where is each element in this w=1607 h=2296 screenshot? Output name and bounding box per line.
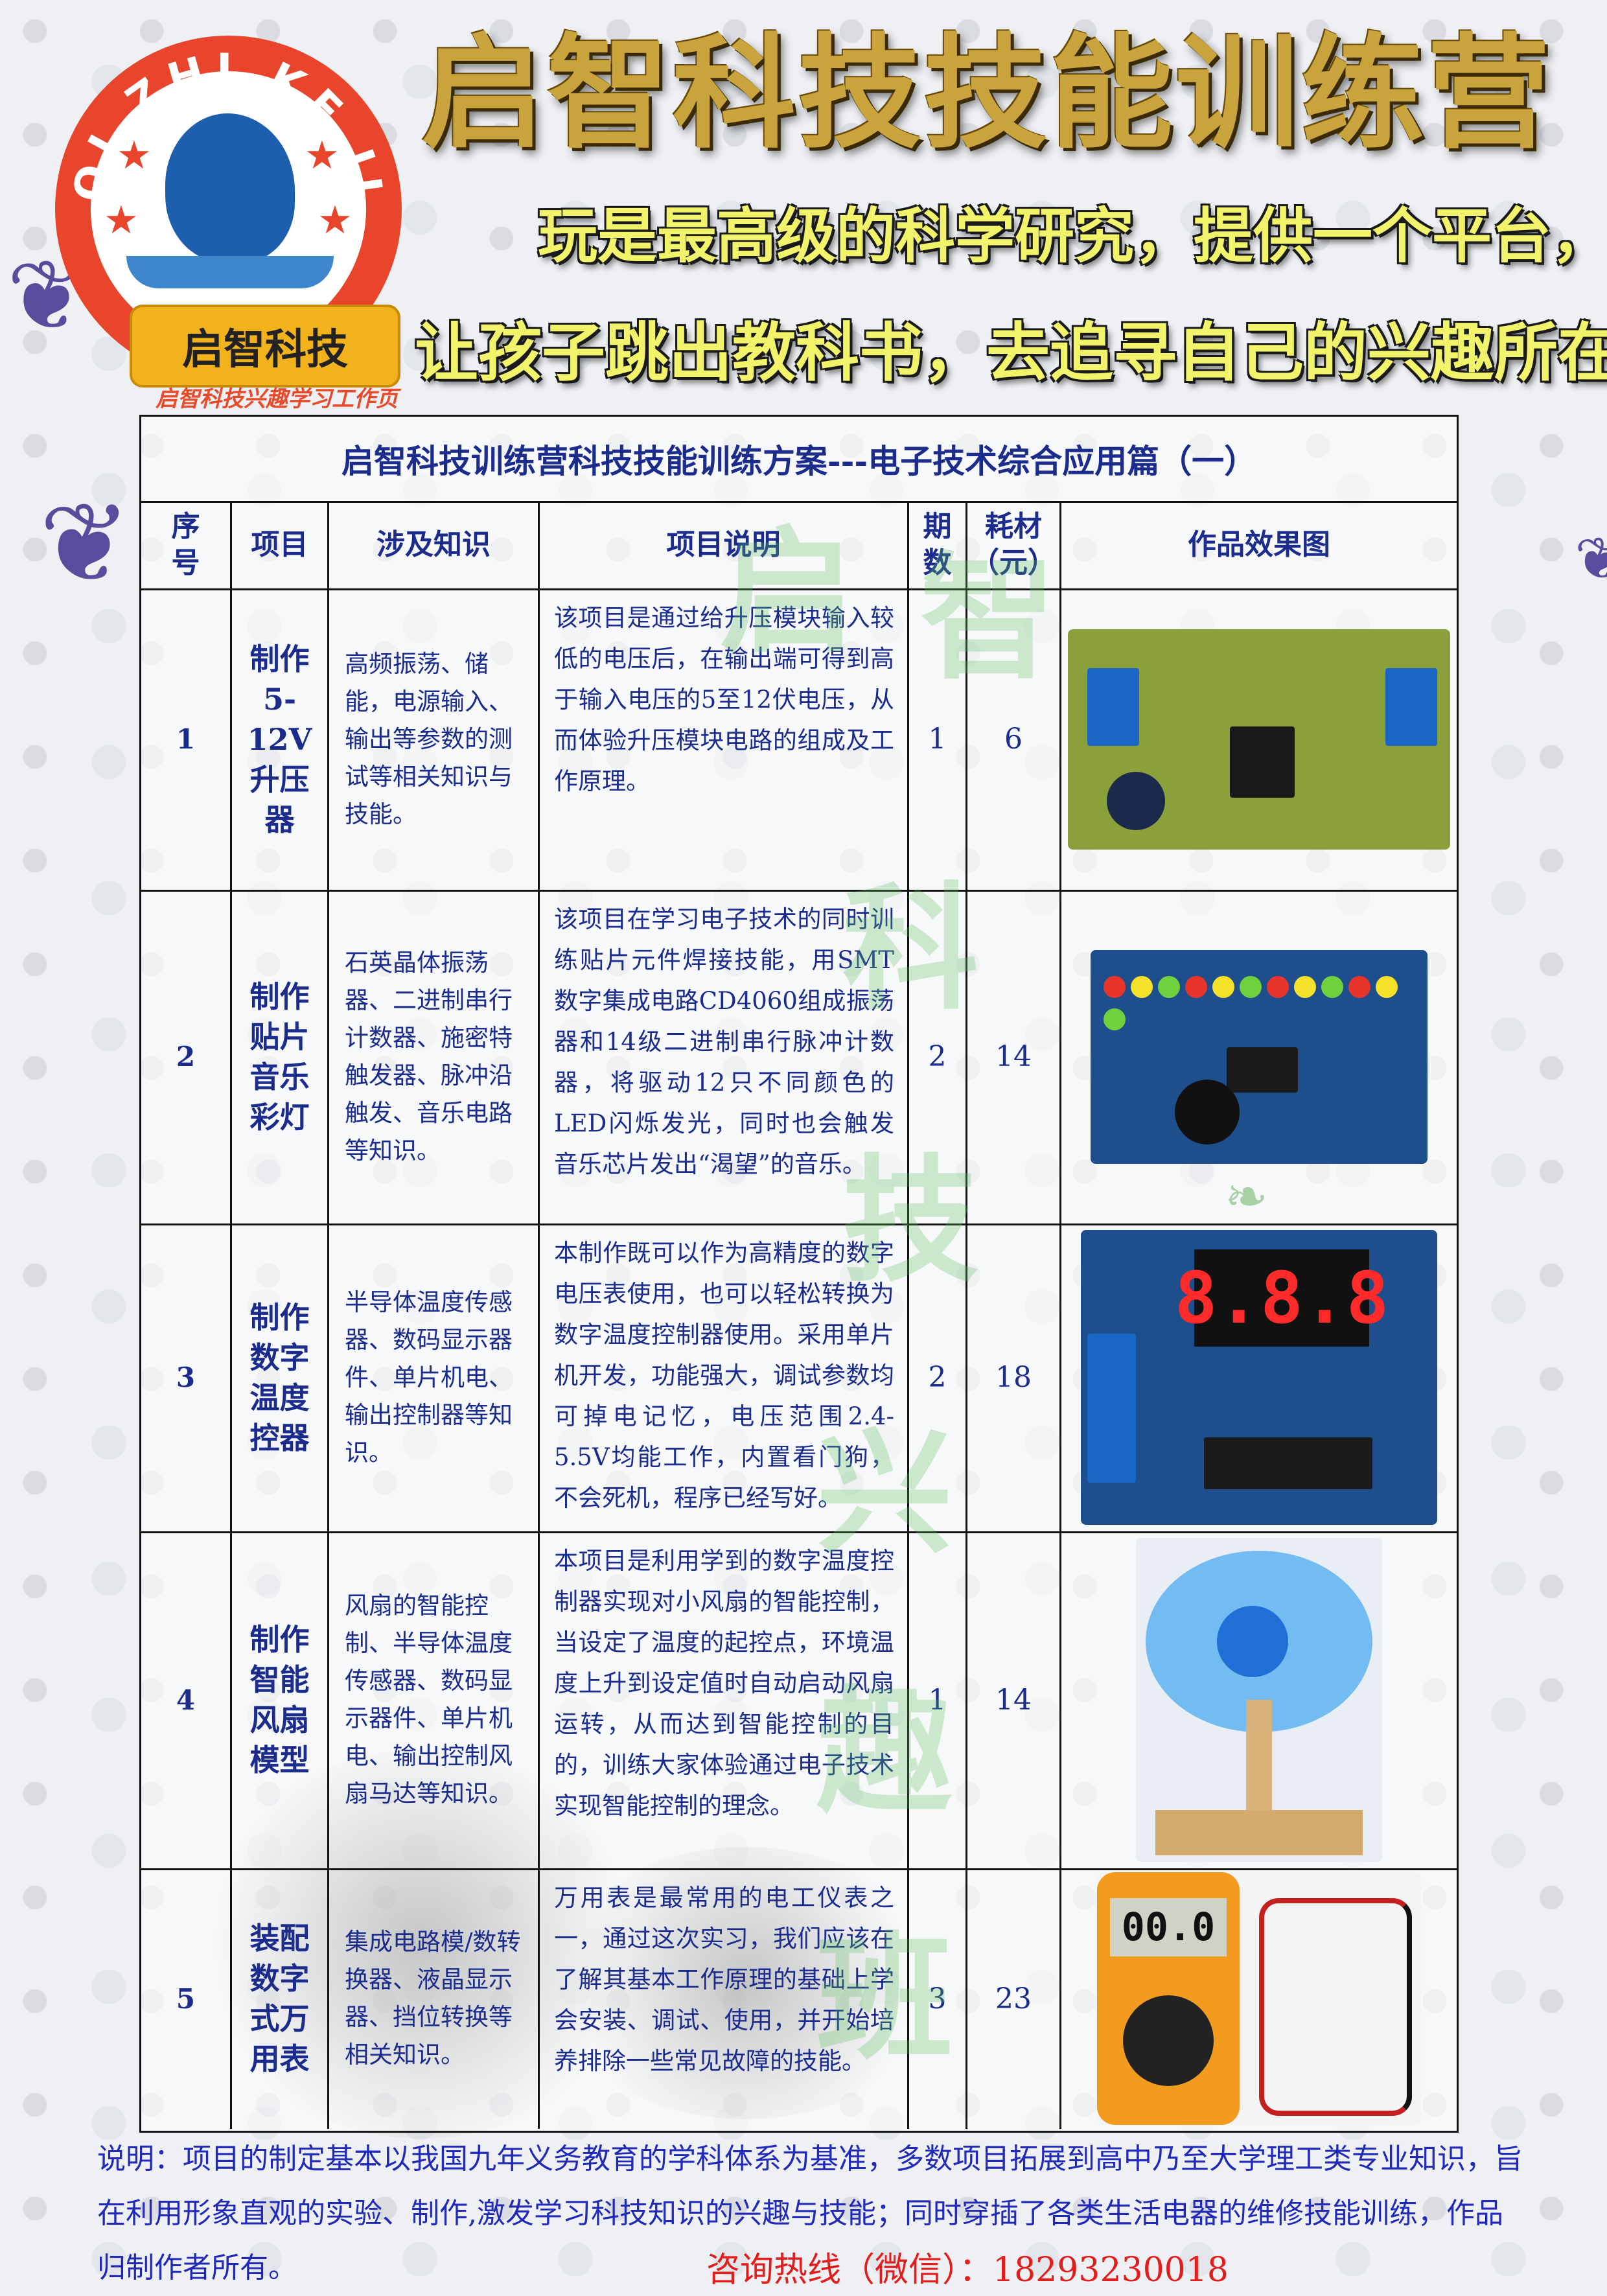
row-knowledge: 石英晶体振荡器、二进制串行计数器、施密特触发器、脉冲沿触发、音乐电路等知识。 bbox=[329, 890, 540, 1223]
row-cost: 14 bbox=[967, 890, 1061, 1223]
watermark-char: 班 bbox=[816, 1919, 953, 2078]
header-knowledge: 涉及知识 bbox=[329, 501, 540, 588]
fan-hub bbox=[1217, 1606, 1288, 1677]
watermark-char: 趣 bbox=[816, 1673, 953, 1832]
led-red bbox=[1267, 975, 1289, 998]
star-icon: ★ bbox=[104, 198, 139, 243]
row-project: 制作贴片音乐彩灯 bbox=[232, 890, 329, 1223]
ic-chip bbox=[1227, 1047, 1298, 1093]
slogan-line-1: 玩是最高级的科学研究，提供一个平台， bbox=[538, 202, 1607, 271]
buzzer bbox=[1175, 1079, 1240, 1144]
row-image: 00.0 bbox=[1061, 1868, 1457, 2129]
page-title: 启智科技技能训练营 bbox=[421, 22, 1553, 165]
fan-base bbox=[1155, 1810, 1363, 1855]
table-row: 2 制作贴片音乐彩灯 石英晶体振荡器、二进制串行计数器、施密特触发器、脉冲沿触发… bbox=[141, 890, 1457, 1225]
led-green bbox=[1240, 975, 1262, 998]
watermark-char: 兴 bbox=[816, 1414, 953, 1573]
butterfly-icon: ❦ bbox=[39, 480, 132, 608]
led-yellow bbox=[1376, 975, 1398, 998]
watermark-char: 智 bbox=[920, 539, 1057, 698]
led-yellow bbox=[1131, 975, 1153, 998]
row-project: 制作5-12V升压器 bbox=[232, 588, 329, 890]
row-project: 制作智能风扇模型 bbox=[232, 1531, 329, 1868]
star-icon: ★ bbox=[318, 198, 353, 243]
row-knowledge: 风扇的智能控制、半导体温度传感器、数码显示器件、单片机电、输出控制风扇马达等知识… bbox=[329, 1531, 540, 1868]
terminal-block bbox=[1385, 667, 1437, 746]
test-leads bbox=[1259, 1898, 1412, 2116]
row-image: 8.8.8 bbox=[1061, 1223, 1457, 1531]
row-image bbox=[1061, 890, 1457, 1223]
ic-chip bbox=[1204, 1437, 1372, 1489]
fan-stand bbox=[1246, 1700, 1272, 1823]
led-red bbox=[1348, 975, 1370, 998]
star-icon: ★ bbox=[305, 133, 340, 178]
header-no: 序号 bbox=[141, 501, 232, 588]
ic-chip bbox=[1230, 726, 1295, 798]
row-image bbox=[1061, 1531, 1457, 1868]
led-yellow bbox=[1294, 975, 1316, 998]
page-caption: 启智科技兴趣学习工作页 bbox=[156, 386, 398, 412]
slogan-line-2: 让孩子跳出教科书，去追寻自己的兴趣所在。 bbox=[415, 316, 1607, 390]
header-image: 作品效果图 bbox=[1188, 528, 1330, 561]
row-no: 5 bbox=[141, 1868, 232, 2129]
logo-banner: 启智科技 bbox=[130, 305, 400, 388]
butterfly-icon: ❦ bbox=[1575, 525, 1607, 593]
fan-model-photo bbox=[1136, 1538, 1382, 1862]
row-knowledge: 集成电路模/数转换器、液晶显示器、挡位转换等相关知识。 bbox=[329, 1868, 540, 2129]
led-red bbox=[1185, 975, 1207, 998]
row-no: 4 bbox=[141, 1531, 232, 1868]
multimeter-photo: 00.0 bbox=[1097, 1872, 1421, 2125]
led-green bbox=[1104, 1008, 1126, 1030]
watermark-char: 技 bbox=[842, 1142, 979, 1301]
row-cost: 14 bbox=[967, 1531, 1061, 1868]
table-row: 4 制作智能风扇模型 风扇的智能控制、半导体温度传感器、数码显示器件、单片机电、… bbox=[141, 1531, 1457, 1870]
row-cost: 23 bbox=[967, 1868, 1061, 2129]
music-light-photo bbox=[1091, 949, 1428, 1164]
led-red bbox=[1104, 975, 1126, 998]
multimeter-body: 00.0 bbox=[1097, 1872, 1240, 2125]
terminal-block bbox=[1087, 1334, 1136, 1483]
watermark-char: 科 bbox=[842, 870, 979, 1028]
thermostat-photo: 8.8.8 bbox=[1081, 1230, 1437, 1525]
capacitor bbox=[1107, 771, 1165, 830]
row-cost: 18 bbox=[967, 1223, 1061, 1531]
table-row: 3 制作数字温度控器 半导体温度传感器、数码显示器件、单片机电、输出控制器等知识… bbox=[141, 1223, 1457, 1533]
row-knowledge: 高频振荡、储能，电源输入、输出等参数的测试等相关知识与技能。 bbox=[329, 588, 540, 890]
table-title: 启智科技训练营科技技能训练方案---电子技术综合应用篇（一） bbox=[141, 417, 1457, 503]
row-knowledge: 半导体温度传感器、数码显示器件、单片机电、输出控制器等知识。 bbox=[329, 1223, 540, 1531]
watermark-char: 启 bbox=[719, 513, 856, 672]
led-green bbox=[1321, 975, 1343, 998]
logo: QI ZHI KE JI ★ ★ ★ ★ 启智科技 bbox=[55, 36, 402, 388]
boost-module-photo bbox=[1068, 629, 1450, 850]
hotline: 咨询热线（微信）：18293230018 bbox=[706, 2251, 1229, 2290]
led-green bbox=[1158, 975, 1180, 998]
table-row: 5 装配数字式万用表 集成电路模/数转换器、液晶显示器、挡位转换等相关知识。 万… bbox=[141, 1868, 1457, 2129]
training-plan-table: 启智科技训练营科技技能训练方案---电子技术综合应用篇（一） 序号 项目 涉及知… bbox=[139, 415, 1459, 2133]
row-project: 装配数字式万用表 bbox=[232, 1868, 329, 2129]
meter-display: 00.0 bbox=[1110, 1898, 1227, 1956]
row-no: 2 bbox=[141, 890, 232, 1223]
row-project: 制作数字温度控器 bbox=[232, 1223, 329, 1531]
star-icon: ★ bbox=[117, 133, 152, 178]
led-yellow bbox=[1212, 975, 1234, 998]
meter-dial bbox=[1123, 1995, 1214, 2086]
row-no: 3 bbox=[141, 1223, 232, 1531]
terminal-block bbox=[1087, 667, 1139, 746]
header-project: 项目 bbox=[232, 501, 329, 588]
row-no: 1 bbox=[141, 588, 232, 890]
book-icon bbox=[126, 256, 334, 288]
row-image bbox=[1061, 588, 1457, 890]
seven-segment-display: 8.8.8 bbox=[1174, 1249, 1389, 1347]
